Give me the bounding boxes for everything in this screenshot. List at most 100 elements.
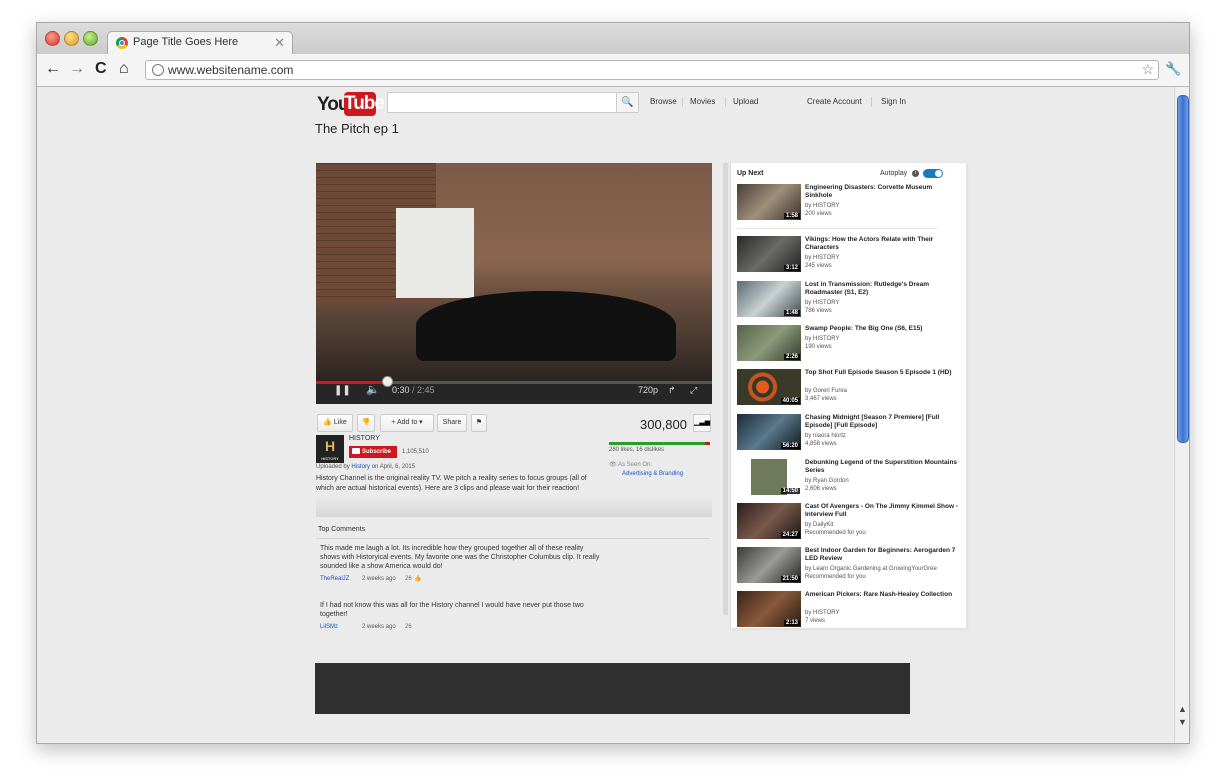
video-thumbnail[interactable]: 56:20 bbox=[737, 414, 801, 450]
quality-label[interactable]: 720p bbox=[638, 385, 658, 395]
video-views: Recommended for you bbox=[805, 574, 866, 580]
thumbs-up-icon[interactable]: 👍 bbox=[414, 575, 421, 582]
dislike-button[interactable]: 👎 bbox=[357, 414, 375, 432]
scroll-up-icon[interactable]: ▲ bbox=[1178, 704, 1187, 714]
video-views: Recommended for you bbox=[805, 530, 866, 536]
video-link[interactable]: Chasing Midnight [Season 7 Premiere] [Fu… bbox=[805, 414, 961, 430]
video-thumbnail[interactable]: 21:50 bbox=[737, 547, 801, 583]
video-link[interactable]: Top Shot Full Episode Season 5 Episode 1… bbox=[805, 369, 961, 377]
as-seen-link[interactable]: Advertising & Branding bbox=[622, 471, 683, 477]
video-views: 3,467 views bbox=[805, 396, 837, 402]
fullscreen-icon[interactable]: ⤢ bbox=[690, 385, 697, 396]
video-link[interactable]: Best Indoor Garden for Beginners: Aeroga… bbox=[805, 547, 961, 563]
channel-name[interactable]: HISTORY bbox=[349, 435, 380, 442]
video-channel: by HISTORY bbox=[805, 336, 840, 342]
home-icon[interactable]: ⌂ bbox=[119, 60, 129, 78]
video-link[interactable]: Lost in Transmission: Rutledge's Dream R… bbox=[805, 281, 961, 297]
info-icon[interactable]: i bbox=[912, 170, 919, 177]
video-thumbnail[interactable]: 3:12 bbox=[737, 236, 801, 272]
url-text: www.websitename.com bbox=[168, 63, 294, 77]
video-link[interactable]: Engineering Disasters: Corvette Museum S… bbox=[805, 184, 961, 200]
list-item[interactable]: 3:12 Vikings: How the Actors Relate with… bbox=[737, 236, 965, 276]
video-channel: by Ryan Gordon bbox=[805, 478, 849, 484]
video-link[interactable]: Swamp People: The Big One (S6, E15) bbox=[805, 325, 961, 333]
channel-avatar[interactable]: H HISTORY bbox=[316, 435, 344, 463]
search-button[interactable]: 🔍 bbox=[616, 92, 639, 113]
stats-button[interactable]: ▁▃▅ bbox=[693, 414, 711, 432]
video-thumbnail[interactable]: 14:50 bbox=[737, 459, 801, 495]
scrollbar-thumb[interactable] bbox=[1177, 95, 1189, 443]
like-label: Like bbox=[333, 419, 347, 426]
video-thumbnail[interactable]: 1:58 bbox=[737, 184, 801, 220]
volume-icon[interactable]: 🔈 bbox=[366, 383, 380, 396]
nav-movies[interactable]: Movies bbox=[690, 97, 715, 106]
list-item[interactable]: 24:27 Cast Of Avengers - On The Jimmy Ki… bbox=[737, 503, 965, 543]
list-item[interactable]: 2:13 American Pickers: Rare Nash-Healey … bbox=[737, 591, 965, 628]
video-link[interactable]: Vikings: How the Actors Relate with Thei… bbox=[805, 236, 961, 252]
reload-icon[interactable]: C bbox=[95, 60, 107, 78]
zoom-window-button[interactable] bbox=[83, 31, 98, 46]
close-tab-icon[interactable]: ✕ bbox=[274, 35, 285, 51]
autoplay-toggle[interactable] bbox=[923, 169, 943, 178]
create-account-link[interactable]: Create Account bbox=[807, 97, 862, 106]
nav-browse[interactable]: Browse bbox=[650, 97, 677, 106]
nav-upload[interactable]: Upload bbox=[733, 97, 758, 106]
list-divider bbox=[737, 228, 937, 229]
whiteboard bbox=[396, 208, 474, 298]
bookmark-star-icon[interactable]: ☆ bbox=[1141, 61, 1154, 78]
comment-likes: 26 bbox=[405, 624, 412, 630]
channel-logo-letter: H bbox=[324, 438, 336, 454]
title-bar: Page Title Goes Here ✕ bbox=[37, 23, 1189, 56]
video-thumbnail[interactable]: 24:27 bbox=[737, 503, 801, 539]
back-arrow-icon[interactable]: ← bbox=[45, 60, 61, 78]
list-item[interactable]: 1:48 Lost in Transmission: Rutledge's Dr… bbox=[737, 281, 965, 321]
list-item[interactable]: 40:05 Top Shot Full Episode Season 5 Epi… bbox=[737, 369, 965, 409]
subscribe-button[interactable]: Subscribe bbox=[349, 446, 397, 458]
popout-icon[interactable]: ↱ bbox=[668, 385, 676, 396]
page-scrollbar[interactable]: ▲ ▼ bbox=[1174, 87, 1189, 743]
uploaded-date: on April, 6, 2015 bbox=[371, 464, 416, 470]
add-to-button[interactable]: + Add to ▾ bbox=[380, 414, 434, 432]
video-channel: by Learn Organic Gardening at GrowingYou… bbox=[805, 566, 937, 572]
time-total: / 2:45 bbox=[412, 385, 435, 395]
uploader-link[interactable]: History bbox=[351, 464, 370, 470]
pause-icon[interactable]: ❚❚ bbox=[334, 385, 351, 396]
forward-arrow-icon[interactable]: → bbox=[69, 60, 85, 78]
flag-icon: ⚑ bbox=[475, 419, 483, 426]
video-duration: 1:48 bbox=[783, 310, 800, 316]
comment-user[interactable]: LilSMz bbox=[320, 624, 338, 630]
video-title: The Pitch ep 1 bbox=[315, 121, 399, 136]
list-item[interactable]: 56:20 Chasing Midnight [Season 7 Premier… bbox=[737, 414, 965, 454]
nav-separator bbox=[725, 97, 726, 107]
video-link[interactable]: Cast Of Avengers - On The Jimmy Kimmel S… bbox=[805, 503, 961, 519]
video-player[interactable]: ❚❚ 🔈 0:30 / 2:45 720p ↱ ⤢ bbox=[316, 163, 712, 404]
logo-tube: Tube bbox=[344, 92, 385, 116]
uploaded-line: Uploaded by History on April, 6, 2015 bbox=[316, 464, 415, 470]
video-link[interactable]: Debunking Legend of the Superstition Mou… bbox=[805, 459, 961, 475]
add-to-label: Add to bbox=[396, 419, 418, 426]
like-button[interactable]: 👍 Like bbox=[317, 414, 353, 432]
list-item[interactable]: 21:50 Best Indoor Garden for Beginners: … bbox=[737, 547, 965, 587]
scroll-down-icon[interactable]: ▼ bbox=[1178, 717, 1187, 727]
video-thumbnail[interactable]: 2:26 bbox=[737, 325, 801, 361]
list-item[interactable]: 14:50 Debunking Legend of the Superstiti… bbox=[737, 459, 965, 499]
flag-button[interactable]: ⚑ bbox=[471, 414, 487, 432]
video-link[interactable]: American Pickers: Rare Nash-Healey Colle… bbox=[805, 591, 961, 599]
video-thumbnail[interactable]: 2:13 bbox=[737, 591, 801, 627]
share-button[interactable]: Share bbox=[437, 414, 467, 432]
browser-tab[interactable]: Page Title Goes Here ✕ bbox=[107, 31, 293, 56]
close-window-button[interactable] bbox=[45, 31, 60, 46]
sign-in-link[interactable]: Sign In bbox=[881, 97, 906, 106]
list-item[interactable]: 2:26 Swamp People: The Big One (S6, E15)… bbox=[737, 325, 965, 365]
conference-table bbox=[416, 291, 676, 361]
video-channel: by HISTORY bbox=[805, 300, 840, 306]
minimize-window-button[interactable] bbox=[64, 31, 79, 46]
search-input[interactable] bbox=[387, 92, 617, 113]
comment-user[interactable]: TheRealJZ bbox=[320, 576, 349, 582]
list-item[interactable]: 1:58 Engineering Disasters: Corvette Mus… bbox=[737, 184, 965, 224]
video-thumbnail[interactable]: 40:05 bbox=[737, 369, 801, 405]
wrench-menu-icon[interactable]: 🔧 bbox=[1165, 61, 1181, 77]
address-bar[interactable]: www.websitename.com ☆ bbox=[145, 60, 1159, 80]
video-thumbnail[interactable]: 1:48 bbox=[737, 281, 801, 317]
eye-icon: 👁 bbox=[609, 462, 617, 468]
